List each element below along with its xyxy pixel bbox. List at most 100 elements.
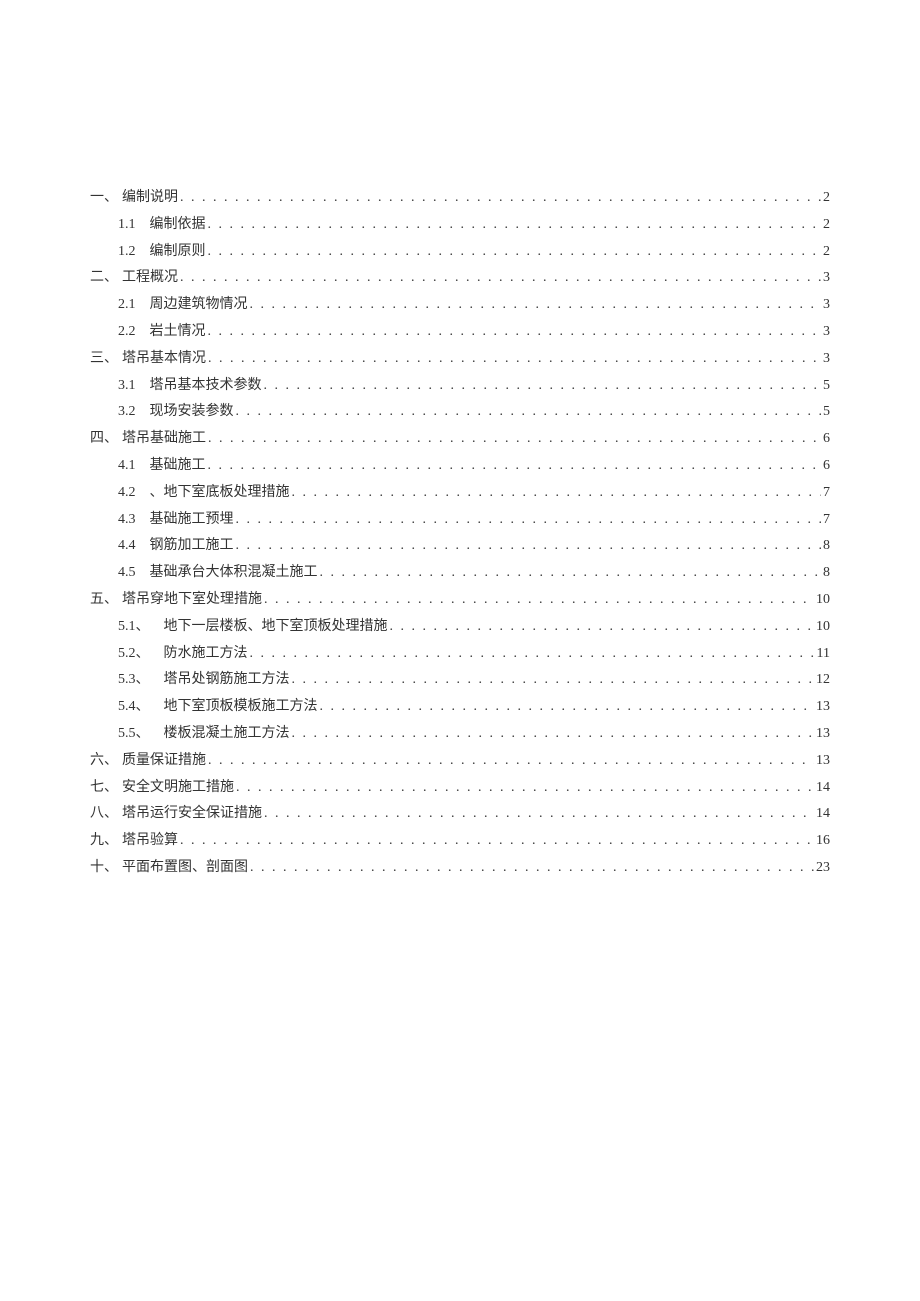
toc-entry[interactable]: 一、编制说明 2 (90, 190, 830, 207)
toc-page-number: 7 (823, 485, 830, 502)
toc-title: 岩土情况 (150, 324, 206, 341)
toc-entry[interactable]: 七、安全文明施工措施14 (90, 780, 830, 797)
toc-title: 质量保证措施 (122, 753, 206, 770)
toc-entry[interactable]: 4.3基础施工预埋7 (90, 512, 830, 529)
toc-number: 四、 (90, 431, 118, 448)
toc-number: 4.3 (118, 512, 136, 529)
toc-page-number: 3 (823, 270, 830, 287)
toc-entry[interactable]: 2.1周边建筑物情况3 (90, 297, 830, 314)
toc-leader-dots (292, 726, 815, 743)
toc-leader-dots (236, 780, 814, 797)
toc-page-number: 14 (816, 806, 830, 823)
toc-title: 基础承台大体积混凝土施工 (150, 565, 318, 582)
toc-number: 5.2、 (118, 646, 150, 663)
toc-title: 基础施工 (150, 458, 206, 475)
toc-page-number: 16 (816, 833, 830, 850)
toc-page-number: 5 (823, 378, 830, 395)
toc-entry[interactable]: 八、塔吊运行安全保证措施 14 (90, 806, 830, 823)
toc-number: 七、 (90, 780, 118, 797)
toc-number: 2.2 (118, 324, 136, 341)
toc-entry[interactable]: 3.1 塔吊基本技术参数 5 (90, 378, 830, 395)
table-of-contents: 一、编制说明21.1编制依据21.2编制原则2二、工程概况32.1周边建筑物情况… (90, 190, 830, 877)
toc-entry[interactable]: 5.4、地下室顶板模板施工方法13 (90, 699, 830, 716)
toc-page-number: 13 (816, 699, 830, 716)
toc-number: 九、 (90, 833, 118, 850)
toc-entry[interactable]: 四、塔吊基础施工6 (90, 431, 830, 448)
toc-number: 4.5 (118, 565, 136, 582)
toc-page-number: 13 (816, 753, 830, 770)
toc-page-number: 2 (823, 244, 830, 261)
toc-leader-dots (292, 672, 815, 689)
toc-number: 一、 (90, 190, 118, 207)
toc-entry[interactable]: 九、塔吊验算 16 (90, 833, 830, 850)
toc-number: 3.2 (118, 404, 136, 421)
toc-entry[interactable]: 1.2编制原则2 (90, 244, 830, 261)
toc-entry[interactable]: 5.5、楼板混凝土施工方法13 (90, 726, 830, 743)
toc-page-number: 3 (823, 324, 830, 341)
toc-entry[interactable]: 六、质量保证措施 13 (90, 753, 830, 770)
toc-leader-dots (250, 860, 814, 877)
toc-title: 塔吊穿地下室处理措施 (122, 592, 262, 609)
toc-page-number: 8 (823, 565, 830, 582)
toc-entry[interactable]: 5.3、塔吊处钢筋施工方法12 (90, 672, 830, 689)
toc-page-number: 14 (816, 780, 830, 797)
toc-page-number: 12 (816, 672, 830, 689)
toc-leader-dots (208, 753, 814, 770)
toc-number: 八、 (90, 806, 118, 823)
toc-title: 塔吊基本技术参数 (150, 378, 262, 395)
toc-entry[interactable]: 4.1基础施工6 (90, 458, 830, 475)
toc-number: 5.5、 (118, 726, 150, 743)
toc-number: 5.1、 (118, 619, 150, 636)
toc-leader-dots (264, 378, 822, 395)
toc-number: 五、 (90, 592, 118, 609)
toc-entry[interactable]: 二、工程概况3 (90, 270, 830, 287)
toc-leader-dots (208, 217, 822, 234)
toc-title: 塔吊运行安全保证措施 (122, 806, 262, 823)
toc-entry[interactable]: 五、塔吊穿地下室处理措施 10 (90, 592, 830, 609)
toc-leader-dots (264, 806, 814, 823)
toc-number: 5.4、 (118, 699, 150, 716)
toc-leader-dots (264, 592, 814, 609)
toc-entry[interactable]: 4.4 钢筋加工施工 8 (90, 538, 830, 555)
toc-number: 4.1 (118, 458, 136, 475)
toc-entry[interactable]: 4.2 、地下室底板处理措施 7 (90, 485, 830, 502)
toc-entry[interactable]: 5.1、地下一层楼板、地下室顶板处理措施10 (90, 619, 830, 636)
toc-entry[interactable]: 三、塔吊基本情况3 (90, 351, 830, 368)
toc-title: 、地下室底板处理措施 (150, 485, 290, 502)
toc-number: 六、 (90, 753, 118, 770)
toc-entry[interactable]: 十、平面布置图、剖面图23 (90, 860, 830, 877)
toc-page-number: 10 (816, 592, 830, 609)
toc-title: 编制依据 (150, 217, 206, 234)
toc-page-number: 6 (823, 431, 830, 448)
toc-entry[interactable]: 5.2、防水施工方法11 (90, 646, 830, 663)
toc-entry[interactable]: 3.2 现场安装参数 5 (90, 404, 830, 421)
toc-entry[interactable]: 1.1编制依据2 (90, 217, 830, 234)
toc-title: 地下一层楼板、地下室顶板处理措施 (164, 619, 388, 636)
toc-page-number: 5 (823, 404, 830, 421)
toc-number: 三、 (90, 351, 118, 368)
toc-title: 现场安装参数 (150, 404, 234, 421)
toc-leader-dots (236, 512, 822, 529)
toc-entry[interactable]: 4.5 基础承台大体积混凝土施工 8 (90, 565, 830, 582)
toc-title: 防水施工方法 (164, 646, 248, 663)
toc-number: 3.1 (118, 378, 136, 395)
toc-title: 钢筋加工施工 (150, 538, 234, 555)
toc-number: 2.1 (118, 297, 136, 314)
toc-leader-dots (208, 324, 822, 341)
toc-page-number: 2 (823, 190, 830, 207)
toc-number: 4.2 (118, 485, 136, 502)
toc-leader-dots (180, 270, 821, 287)
toc-page-number: 7 (823, 512, 830, 529)
toc-entry[interactable]: 2.2 岩土情况 3 (90, 324, 830, 341)
toc-leader-dots (208, 351, 821, 368)
toc-title: 塔吊处钢筋施工方法 (164, 672, 290, 689)
toc-title: 塔吊验算 (122, 833, 178, 850)
toc-page-number: 8 (823, 538, 830, 555)
toc-title: 塔吊基本情况 (122, 351, 206, 368)
toc-number: 4.4 (118, 538, 136, 555)
toc-number: 1.1 (118, 217, 136, 234)
toc-title: 编制说明 (122, 190, 178, 207)
toc-page-number: 3 (823, 297, 830, 314)
toc-leader-dots (250, 646, 815, 663)
toc-leader-dots (236, 404, 822, 421)
